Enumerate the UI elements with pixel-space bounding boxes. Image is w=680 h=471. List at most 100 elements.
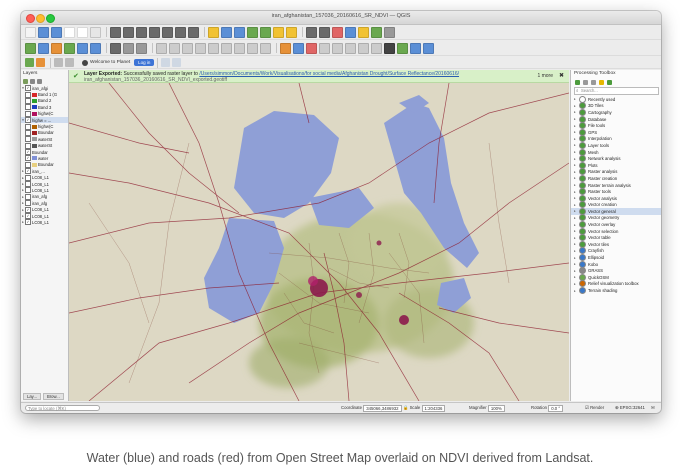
toolbox-group[interactable]: ▸ Plots (571, 161, 661, 169)
toolbox-group[interactable]: ▸ Raster creation (571, 174, 661, 182)
layer-visibility-checkbox[interactable] (25, 187, 31, 194)
lock-icon[interactable]: 🔒 (403, 405, 408, 410)
layer-visibility-checkbox[interactable]: ✓ (25, 85, 31, 92)
layer-visibility-checkbox[interactable]: ✓ (25, 168, 31, 175)
plugin-icon[interactable] (36, 58, 45, 67)
toolbar-tool-icon[interactable] (345, 26, 356, 38)
toolbar-tool-icon[interactable] (306, 42, 317, 54)
funnel-icon[interactable] (37, 78, 42, 84)
toolbar-tool-icon[interactable] (162, 26, 173, 38)
toolbox-search-input[interactable]: ⌕ Search... (574, 87, 659, 95)
coordinate-value[interactable]: 345066,3486932 (363, 405, 402, 412)
toolbox-group[interactable]: ▸ Vector overlay (571, 221, 661, 229)
toolbar-tool-icon[interactable] (208, 42, 219, 54)
toolbar-tool-icon[interactable] (38, 42, 49, 54)
toolbar-tool-icon[interactable] (423, 42, 434, 54)
toolbox-group[interactable]: ▸ QuickOSM (571, 273, 661, 281)
layer-visibility-checkbox[interactable] (25, 123, 31, 130)
toolbar-tool-icon[interactable] (136, 42, 147, 54)
planet-tool-icon[interactable] (161, 58, 171, 67)
more-messages-button[interactable]: 1 more (537, 73, 553, 79)
toolbar-tool-icon[interactable] (247, 42, 258, 54)
toolbar-tool-icon[interactable] (110, 42, 121, 54)
rotation-value[interactable]: 0.0 ° (548, 405, 564, 412)
toolbox-group[interactable]: ▸ File tools (571, 122, 661, 130)
toolbar-tool-icon[interactable] (64, 26, 75, 38)
toolbox-group[interactable]: ▸ Crayfish (571, 247, 661, 255)
toolbar-tool-icon[interactable] (221, 42, 232, 54)
filter-icon[interactable] (30, 78, 35, 84)
toolbar-tool-icon[interactable] (260, 26, 271, 38)
locator-search-input[interactable]: Type to locate (⌘K) (25, 405, 100, 411)
toolbar-tool-icon[interactable] (25, 42, 36, 54)
close-message-icon[interactable]: ✖ (559, 72, 564, 79)
toolbox-group[interactable]: ▸ Vector creation (571, 201, 661, 209)
toolbar-tool-icon[interactable] (51, 26, 62, 38)
info-icon[interactable] (172, 58, 182, 67)
crs-button[interactable]: ⊕ EPSG:32641 (615, 405, 645, 411)
message-link[interactable]: /Users/simmon/Documents/Work/Visualisati… (199, 71, 459, 77)
toolbar-tool-icon[interactable] (358, 42, 369, 54)
toolbar-tool-icon[interactable] (319, 26, 330, 38)
toolbar-tool-icon[interactable] (195, 42, 206, 54)
toolbox-group[interactable]: ▸ Database (571, 115, 661, 123)
planet-welcome[interactable]: Welcome to Planet (82, 59, 130, 67)
toolbar-tool-icon[interactable] (38, 26, 49, 38)
toolbar-tool-icon[interactable] (384, 26, 395, 38)
layer-item[interactable]: ▸ ✓ LC08_L1 (21, 219, 68, 226)
toolbox-group[interactable]: ▸ Terrain shading (571, 287, 661, 295)
layer-visibility-checkbox[interactable] (25, 193, 31, 200)
layer-visibility-checkbox[interactable]: ✓ (25, 117, 31, 124)
magnifier-value[interactable]: 100% (487, 405, 505, 412)
messages-icon[interactable]: ✉ (651, 405, 655, 411)
toolbar-tool-icon[interactable] (25, 26, 36, 38)
toolbar-tool-icon[interactable] (397, 42, 408, 54)
tab-browser[interactable]: Brow... (42, 393, 64, 400)
toolbar-tool-icon[interactable] (286, 26, 297, 38)
layer-visibility-checkbox[interactable]: ✓ (25, 155, 31, 162)
toolbar-tool-icon[interactable] (384, 42, 395, 54)
toolbar-tool-icon[interactable] (306, 26, 317, 38)
toolbox-group[interactable]: ▸ Relief visualization toolbox (571, 280, 661, 288)
toolbar-tool-icon[interactable] (169, 42, 180, 54)
plugin-icon[interactable] (25, 58, 34, 67)
toolbox-group[interactable]: ▸ Network analysis (571, 155, 661, 163)
layer-visibility-checkbox[interactable] (25, 91, 31, 98)
toolbar-tool-icon[interactable] (332, 26, 343, 38)
toolbar-tool-icon[interactable] (293, 42, 304, 54)
toolbar-tool-icon[interactable] (332, 42, 343, 54)
toolbar-tool-icon[interactable] (345, 42, 356, 54)
plugin-icon[interactable] (65, 58, 74, 67)
toolbox-group[interactable]: ▸ GPS (571, 128, 661, 136)
models-icon[interactable] (575, 79, 580, 85)
toolbar-tool-icon[interactable] (273, 26, 284, 38)
layer-visibility-checkbox[interactable] (25, 104, 31, 111)
toolbox-group[interactable]: ▸ GRASS (571, 267, 661, 275)
toolbox-group[interactable]: ▸ Raster tools (571, 188, 661, 196)
toolbox-group[interactable]: ▸ Vector selection (571, 227, 661, 235)
toolbar-tool-icon[interactable] (90, 42, 101, 54)
tab-layers[interactable]: Lay... (23, 393, 41, 400)
toolbar-tool-icon[interactable] (188, 26, 199, 38)
toolbox-group[interactable]: ▸ Ellipsoid (571, 254, 661, 262)
toolbar-tool-icon[interactable] (156, 42, 167, 54)
settings-icon[interactable] (607, 79, 612, 85)
scale-value[interactable]: 1:204336 (421, 405, 446, 412)
toolbar-tool-icon[interactable] (371, 42, 382, 54)
render-toggle[interactable]: ☑ Render (585, 405, 604, 411)
toolbox-group[interactable]: ▸ Vector table (571, 234, 661, 242)
toolbox-group[interactable]: ▸ Mesh (571, 148, 661, 156)
toolbox-group[interactable]: ▸ 3D Tiles (571, 102, 661, 110)
toolbox-group[interactable]: ▸ Interpolation (571, 135, 661, 143)
layer-visibility-checkbox[interactable] (25, 136, 31, 143)
toolbox-group[interactable]: ▸ Raster terrain analysis (571, 181, 661, 189)
toolbar-tool-icon[interactable] (234, 42, 245, 54)
toolbar-tool-icon[interactable] (319, 42, 330, 54)
toolbar-tool-icon[interactable] (136, 26, 147, 38)
toolbar-tool-icon[interactable] (77, 42, 88, 54)
results-icon[interactable] (591, 79, 596, 85)
toolbar-tool-icon[interactable] (208, 26, 219, 38)
layer-visibility-checkbox[interactable] (25, 129, 31, 136)
login-button[interactable]: Log in (134, 59, 155, 66)
toolbar-tool-icon[interactable] (149, 26, 160, 38)
